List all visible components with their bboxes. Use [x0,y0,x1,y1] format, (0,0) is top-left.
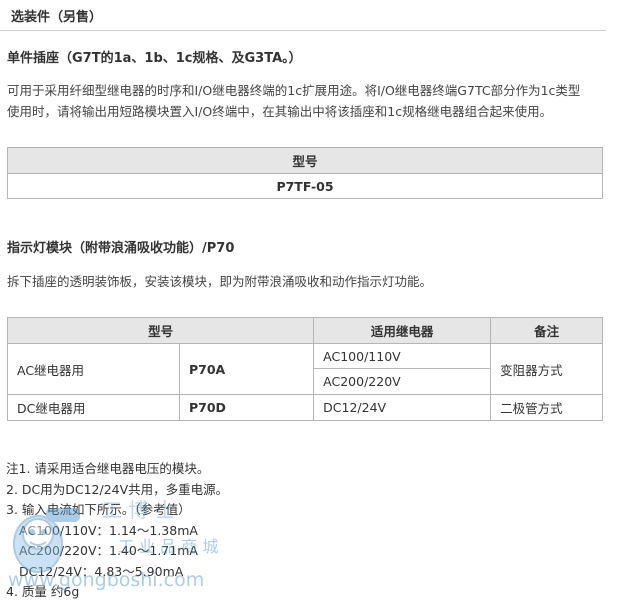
socket-desc-line2: 使用时，请将输出用短路模块置入I/O终端中，在其输出中将该插座和1c规格继电器组… [7,104,553,119]
row-relay: DC12/24V [313,394,492,421]
row-note: 变阻器方式 [490,343,603,395]
socket-desc-line1: 可用于采用纤细型继电器的时序和I/O继电器终端的1c扩展用途。将I/O继电器终端… [7,83,581,98]
section-header: 选装件（另售） [0,0,606,31]
note-subitem: DC12/24V：4.83～5.90mA [19,563,184,579]
section-title: 选装件（另售） [11,10,103,25]
header-note: 备注 [490,317,603,344]
socket-table: 型号 P7TF-05 [7,147,603,199]
row-model: P70A [178,343,315,395]
indicator-desc: 拆下插座的透明装饰板，安装该模块，即为附带浪涌吸收和动作指示灯功能。 [7,274,433,289]
row-use: DC继电器用 [7,394,180,421]
header-model: 型号 [6,317,315,344]
indicator-table: 型号 适用继电器 备注 AC继电器用 P70A AC100/110V 变阻器方式… [6,317,603,421]
socket-model-cell: P7TF-05 [7,173,603,199]
note-item: 注1. 请采用适合继电器电压的模块。 [6,461,210,476]
note-subitem: AC100/110V：1.14～1.38mA [19,522,198,538]
row-model: P70D [178,394,315,421]
indicator-heading: 指示灯模块（附带浪涌吸收功能）/P70 [7,241,235,256]
notes: 注1. 请采用适合继电器电压的模块。 2. DC用为DC12/24V共用，多重电… [6,459,228,603]
row-relay: AC100/110V [313,343,492,369]
row-relay: AC200/220V [313,368,492,395]
row-use: AC继电器用 [7,343,180,395]
note-item: 2. DC用为DC12/24V共用，多重电源。 [6,481,229,497]
socket-heading: 单件插座（G7T的1a、1b、1c规格、及G3TA。） [7,51,302,66]
note-item: 3. 输入电流如下所示。（参考值） [6,502,191,517]
note-subitem: AC200/220V：1.40～1.71mA [19,543,198,558]
row-note: 二极管方式 [490,394,603,421]
socket-table-header: 型号 [7,147,603,174]
note-item: 4. 质量 约6g [6,584,80,599]
header-relay: 适用继电器 [313,317,492,344]
